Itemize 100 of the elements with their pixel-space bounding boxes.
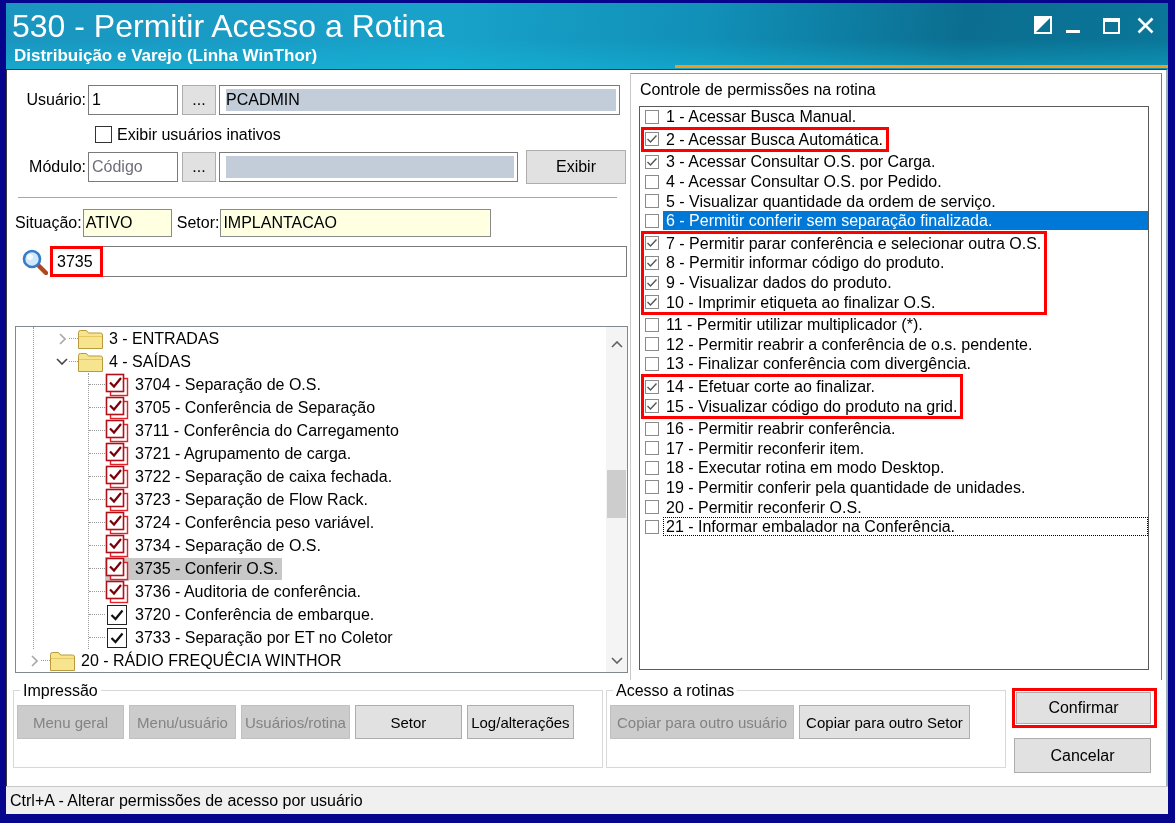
permission-item[interactable]: 16 - Permitir reabrir conferência.	[663, 419, 1148, 439]
permission-item[interactable]: 15 - Visualizar código do produto na grid.	[663, 396, 959, 416]
checkbox[interactable]	[645, 255, 659, 270]
checkbox[interactable]	[645, 441, 659, 456]
checkbox[interactable]	[645, 519, 659, 534]
checkbox[interactable]	[105, 395, 129, 420]
tree-item[interactable]: 3720 - Conferência de embarque.	[129, 603, 379, 626]
tree-item[interactable]: 3705 - Conferência de Separação	[129, 396, 380, 419]
dialog-button[interactable]: Confirmar	[1016, 692, 1151, 724]
checkbox[interactable]	[105, 372, 129, 397]
tree-item[interactable]: 3704 - Separação de O.S.	[129, 373, 325, 396]
checkbox[interactable]	[645, 295, 659, 310]
checkbox[interactable]	[105, 579, 129, 604]
tree-item[interactable]: 3733 - Separação por ET no Coletor	[129, 626, 397, 649]
field-label: Setor:	[176, 214, 220, 232]
chevron-down-icon[interactable]	[56, 358, 68, 365]
name-field[interactable]: PCADMIN	[219, 85, 620, 115]
contrast-icon[interactable]	[1034, 16, 1052, 34]
tree-item[interactable]: 3 - ENTRADAS	[103, 327, 224, 350]
checkbox[interactable]	[105, 556, 129, 581]
dialog-button[interactable]: Copiar para outro Setor	[799, 705, 970, 739]
permission-item[interactable]: 4 - Acessar Consultar O.S. por Pedido.	[663, 172, 1148, 192]
permission-item[interactable]: 19 - Permitir conferir pela quantidade de unidades.	[663, 478, 1148, 497]
tree-item[interactable]: 3734 - Separação de O.S.	[129, 534, 325, 557]
permission-item[interactable]: 18 - Executar rotina em modo Desktop.	[663, 458, 1148, 478]
scrollbar[interactable]	[606, 327, 627, 672]
checkbox[interactable]	[645, 480, 659, 495]
tree-item[interactable]: 3711 - Conferência do Carregamento	[129, 419, 403, 442]
sector-field[interactable]: IMPLANTACAO	[220, 209, 492, 237]
tree-item[interactable]: 3722 - Separação de caixa fechada.	[129, 465, 397, 488]
lookup-button[interactable]: ...	[182, 152, 216, 182]
permission-item[interactable]: 8 - Permitir informar código do produto.	[663, 253, 1043, 273]
permission-item[interactable]: 17 - Permitir reconferir item.	[663, 438, 1148, 458]
checkbox[interactable]	[645, 500, 659, 515]
permission-item[interactable]: 3 - Acessar Consultar O.S. por Carga.	[663, 152, 1148, 172]
tree-item[interactable]: 3736 - Auditoria de conferência.	[129, 580, 365, 603]
permission-item[interactable]: 9 - Visualizar dados do produto.	[663, 273, 1043, 293]
dialog-button[interactable]: Setor	[354, 705, 462, 739]
checkbox[interactable]	[645, 236, 659, 251]
folder-icon	[78, 328, 103, 349]
permission-item[interactable]: 1 - Acessar Busca Manual.	[663, 107, 1148, 127]
checkbox[interactable]	[645, 132, 659, 147]
checkbox[interactable]	[645, 174, 659, 189]
tree-item[interactable]: 3721 - Agrupamento de carga.	[129, 442, 356, 465]
checkbox[interactable]	[645, 317, 659, 332]
checkbox[interactable]	[645, 337, 659, 352]
checkbox[interactable]	[105, 441, 129, 466]
checkbox[interactable]	[105, 418, 129, 443]
dialog-button[interactable]: Cancelar	[1014, 738, 1151, 773]
checkbox[interactable]	[105, 464, 129, 489]
permission-item[interactable]: 11 - Permitir utilizar multiplicador (*).	[663, 315, 1148, 335]
situation-field[interactable]: ATIVO	[82, 209, 172, 237]
scroll-down-icon[interactable]	[610, 657, 623, 664]
name-field[interactable]	[219, 152, 518, 182]
folder-icon	[50, 650, 75, 671]
checkbox[interactable]	[645, 155, 659, 169]
tree-item[interactable]: 3723 - Separação de Flow Rack.	[129, 488, 372, 511]
checkbox[interactable]	[645, 399, 659, 414]
panel-title: Controle de permissões na rotina	[640, 81, 877, 99]
checkbox[interactable]	[105, 487, 129, 512]
checkbox[interactable]	[645, 460, 659, 475]
checkbox[interactable]	[645, 194, 659, 209]
search-field[interactable]: 3735	[50, 246, 627, 277]
scroll-up-icon[interactable]	[610, 341, 623, 348]
checkbox[interactable]	[105, 510, 129, 535]
permission-item[interactable]: 6 - Permitir conferir sem separação finalizada.	[663, 211, 1148, 231]
show-button[interactable]: Exibir	[526, 150, 626, 184]
code-field[interactable]: Código	[88, 152, 178, 182]
permission-item[interactable]: 7 - Permitir parar conferência e selecionar outra O.S.	[663, 233, 1043, 253]
dialog-button[interactable]: Log/alterações	[466, 705, 574, 739]
lookup-button[interactable]: ...	[182, 85, 216, 115]
permission-item[interactable]: 2 - Acessar Busca Automática.	[663, 129, 884, 149]
checkbox[interactable]	[645, 379, 659, 394]
permission-item[interactable]: 5 - Visualizar quantidade da ordem de serviço.	[663, 191, 1148, 211]
permission-item[interactable]: 10 - Imprimir etiqueta ao finalizar O.S.	[663, 292, 1043, 312]
checkbox[interactable]	[645, 275, 659, 290]
checkbox[interactable]	[105, 533, 129, 558]
tree-item[interactable]: 3724 - Conferência peso variável.	[129, 511, 379, 534]
permission-item[interactable]: 20 - Permitir reconferir O.S.	[663, 497, 1148, 517]
checkbox[interactable]	[107, 627, 127, 648]
checkbox[interactable]	[645, 109, 659, 124]
checkbox[interactable]	[95, 126, 112, 143]
maximize-icon[interactable]	[1103, 18, 1120, 34]
checkbox[interactable]	[107, 604, 127, 625]
scrollbar-thumb[interactable]	[607, 470, 626, 518]
tree-item[interactable]: 3735 - Conferir O.S.	[129, 557, 283, 580]
close-icon[interactable]	[1137, 17, 1154, 34]
checkbox[interactable]	[645, 421, 659, 436]
permission-item[interactable]: 14 - Efetuar corte ao finalizar.	[663, 377, 959, 396]
checkbox[interactable]	[645, 356, 659, 371]
checkbox[interactable]	[645, 213, 659, 228]
checkbox-label: Exibir usuários inativos	[117, 125, 281, 144]
permission-item[interactable]: 21 - Informar embalador na Conferência.	[663, 517, 1148, 537]
field-label: Módulo:	[28, 158, 87, 176]
group-title: Impressão	[22, 682, 99, 699]
permission-item[interactable]: 12 - Permitir reabrir a conferência de o.s. pendente.	[663, 334, 1148, 354]
tree-item[interactable]: 4 - SAÍDAS	[103, 350, 195, 373]
tree-item[interactable]: 20 - RÁDIO FREQUÊCIA WINTHOR	[75, 649, 346, 672]
code-field[interactable]: 1	[88, 85, 178, 115]
permission-item[interactable]: 13 - Finalizar conferência com divergência.	[663, 354, 1148, 374]
